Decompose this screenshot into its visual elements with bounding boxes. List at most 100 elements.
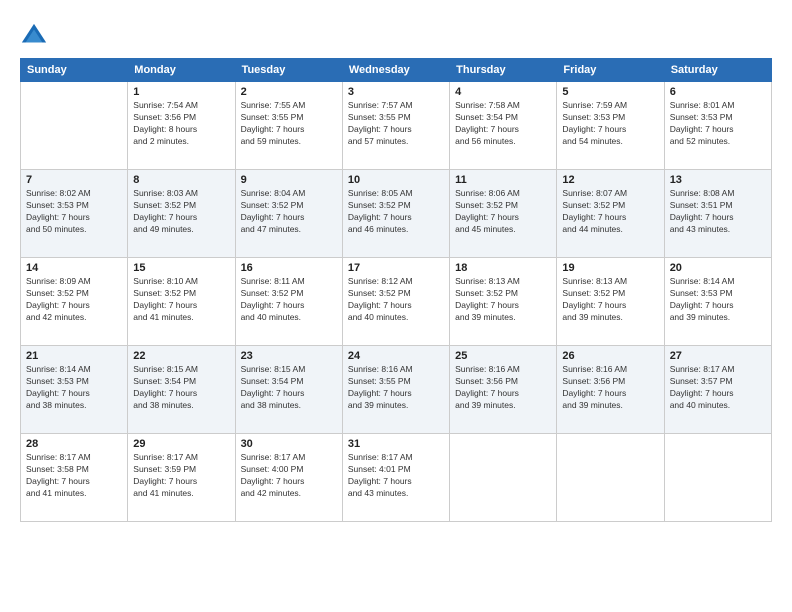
day-info: Sunrise: 7:58 AMSunset: 3:54 PMDaylight:… bbox=[455, 100, 551, 148]
day-info: Sunrise: 8:16 AMSunset: 3:56 PMDaylight:… bbox=[562, 364, 658, 412]
day-number: 10 bbox=[348, 174, 444, 186]
logo-icon bbox=[20, 22, 48, 50]
calendar-cell: 27 Sunrise: 8:17 AMSunset: 3:57 PMDayligh… bbox=[664, 346, 771, 434]
day-number: 12 bbox=[562, 174, 658, 186]
day-number: 14 bbox=[26, 262, 122, 274]
day-info: Sunrise: 8:14 AMSunset: 3:53 PMDaylight:… bbox=[670, 276, 766, 324]
day-info: Sunrise: 8:06 AMSunset: 3:52 PMDaylight:… bbox=[455, 188, 551, 236]
calendar-cell: 11Sunrise: 8:06 AMSunset: 3:52 PMDayligh… bbox=[450, 170, 557, 258]
calendar-cell: 30 Sunrise: 8:17 AMSunset: 4:00 PMDayligh… bbox=[235, 434, 342, 522]
calendar-cell bbox=[21, 82, 128, 170]
calendar-cell: 19 Sunrise: 8:13 AMSunset: 3:52 PMDayligh… bbox=[557, 258, 664, 346]
day-info: Sunrise: 8:01 AMSunset: 3:53 PMDaylight:… bbox=[670, 100, 766, 148]
day-number: 30 bbox=[241, 438, 337, 450]
day-number: 31 bbox=[348, 438, 444, 450]
calendar-week-row: 28 Sunrise: 8:17 AMSunset: 3:58 PMDayligh… bbox=[21, 434, 772, 522]
day-number: 2 bbox=[241, 86, 337, 98]
day-number: 8 bbox=[133, 174, 229, 186]
day-number: 18 bbox=[455, 262, 551, 274]
day-number: 20 bbox=[670, 262, 766, 274]
day-info: Sunrise: 7:54 AMSunset: 3:56 PMDaylight:… bbox=[133, 100, 229, 148]
calendar-week-row: 1 Sunrise: 7:54 AMSunset: 3:56 PMDaylight… bbox=[21, 82, 772, 170]
day-number: 27 bbox=[670, 350, 766, 362]
day-number: 1 bbox=[133, 86, 229, 98]
calendar-cell: 8 Sunrise: 8:03 AMSunset: 3:52 PMDaylight… bbox=[128, 170, 235, 258]
calendar-cell: 7Sunrise: 8:02 AMSunset: 3:53 PMDaylight… bbox=[21, 170, 128, 258]
calendar-cell bbox=[557, 434, 664, 522]
day-number: 4 bbox=[455, 86, 551, 98]
day-info: Sunrise: 7:57 AMSunset: 3:55 PMDaylight:… bbox=[348, 100, 444, 148]
day-info: Sunrise: 8:17 AMSunset: 4:00 PMDaylight:… bbox=[241, 452, 337, 500]
weekday-header: Sunday bbox=[21, 59, 128, 82]
calendar-table: SundayMondayTuesdayWednesdayThursdayFrid… bbox=[20, 58, 772, 522]
calendar-cell: 2 Sunrise: 7:55 AMSunset: 3:55 PMDaylight… bbox=[235, 82, 342, 170]
day-info: Sunrise: 8:13 AMSunset: 3:52 PMDaylight:… bbox=[455, 276, 551, 324]
calendar-cell: 15 Sunrise: 8:10 AMSunset: 3:52 PMDayligh… bbox=[128, 258, 235, 346]
day-number: 5 bbox=[562, 86, 658, 98]
day-info: Sunrise: 8:16 AMSunset: 3:56 PMDaylight:… bbox=[455, 364, 551, 412]
header bbox=[20, 18, 772, 50]
day-info: Sunrise: 8:15 AMSunset: 3:54 PMDaylight:… bbox=[241, 364, 337, 412]
day-info: Sunrise: 8:16 AMSunset: 3:55 PMDaylight:… bbox=[348, 364, 444, 412]
day-number: 16 bbox=[241, 262, 337, 274]
day-info: Sunrise: 8:17 AMSunset: 3:59 PMDaylight:… bbox=[133, 452, 229, 500]
day-number: 23 bbox=[241, 350, 337, 362]
calendar-cell: 5 Sunrise: 7:59 AMSunset: 3:53 PMDaylight… bbox=[557, 82, 664, 170]
calendar-cell: 28 Sunrise: 8:17 AMSunset: 3:58 PMDayligh… bbox=[21, 434, 128, 522]
calendar-cell: 21 Sunrise: 8:14 AMSunset: 3:53 PMDayligh… bbox=[21, 346, 128, 434]
day-info: Sunrise: 8:12 AMSunset: 3:52 PMDaylight:… bbox=[348, 276, 444, 324]
day-info: Sunrise: 8:13 AMSunset: 3:52 PMDaylight:… bbox=[562, 276, 658, 324]
day-info: Sunrise: 7:59 AMSunset: 3:53 PMDaylight:… bbox=[562, 100, 658, 148]
weekday-header: Saturday bbox=[664, 59, 771, 82]
weekday-header: Wednesday bbox=[342, 59, 449, 82]
day-number: 26 bbox=[562, 350, 658, 362]
day-number: 24 bbox=[348, 350, 444, 362]
day-info: Sunrise: 8:17 AMSunset: 4:01 PMDaylight:… bbox=[348, 452, 444, 500]
day-info: Sunrise: 8:14 AMSunset: 3:53 PMDaylight:… bbox=[26, 364, 122, 412]
calendar-cell: 20 Sunrise: 8:14 AMSunset: 3:53 PMDayligh… bbox=[664, 258, 771, 346]
calendar-cell: 12 Sunrise: 8:07 AMSunset: 3:52 PMDayligh… bbox=[557, 170, 664, 258]
day-info: Sunrise: 8:10 AMSunset: 3:52 PMDaylight:… bbox=[133, 276, 229, 324]
day-info: Sunrise: 7:55 AMSunset: 3:55 PMDaylight:… bbox=[241, 100, 337, 148]
calendar-cell: 16Sunrise: 8:11 AMSunset: 3:52 PMDayligh… bbox=[235, 258, 342, 346]
day-number: 25 bbox=[455, 350, 551, 362]
calendar-cell: 6 Sunrise: 8:01 AMSunset: 3:53 PMDaylight… bbox=[664, 82, 771, 170]
day-number: 7 bbox=[26, 174, 122, 186]
calendar-cell: 9Sunrise: 8:04 AMSunset: 3:52 PMDaylight… bbox=[235, 170, 342, 258]
day-number: 22 bbox=[133, 350, 229, 362]
day-number: 17 bbox=[348, 262, 444, 274]
calendar-cell: 3Sunrise: 7:57 AMSunset: 3:55 PMDaylight… bbox=[342, 82, 449, 170]
day-info: Sunrise: 8:15 AMSunset: 3:54 PMDaylight:… bbox=[133, 364, 229, 412]
calendar-cell: 25 Sunrise: 8:16 AMSunset: 3:56 PMDayligh… bbox=[450, 346, 557, 434]
calendar-cell bbox=[664, 434, 771, 522]
day-number: 15 bbox=[133, 262, 229, 274]
page-container: SundayMondayTuesdayWednesdayThursdayFrid… bbox=[0, 0, 792, 612]
weekday-header: Tuesday bbox=[235, 59, 342, 82]
day-info: Sunrise: 8:03 AMSunset: 3:52 PMDaylight:… bbox=[133, 188, 229, 236]
day-info: Sunrise: 8:17 AMSunset: 3:57 PMDaylight:… bbox=[670, 364, 766, 412]
calendar-cell: 22 Sunrise: 8:15 AMSunset: 3:54 PMDayligh… bbox=[128, 346, 235, 434]
day-info: Sunrise: 8:08 AMSunset: 3:51 PMDaylight:… bbox=[670, 188, 766, 236]
day-number: 28 bbox=[26, 438, 122, 450]
calendar-week-row: 21 Sunrise: 8:14 AMSunset: 3:53 PMDayligh… bbox=[21, 346, 772, 434]
calendar-cell: 4 Sunrise: 7:58 AMSunset: 3:54 PMDaylight… bbox=[450, 82, 557, 170]
calendar-cell: 31 Sunrise: 8:17 AMSunset: 4:01 PMDayligh… bbox=[342, 434, 449, 522]
weekday-header: Monday bbox=[128, 59, 235, 82]
calendar-cell: 18 Sunrise: 8:13 AMSunset: 3:52 PMDayligh… bbox=[450, 258, 557, 346]
day-info: Sunrise: 8:07 AMSunset: 3:52 PMDaylight:… bbox=[562, 188, 658, 236]
calendar-cell: 17 Sunrise: 8:12 AMSunset: 3:52 PMDayligh… bbox=[342, 258, 449, 346]
day-number: 19 bbox=[562, 262, 658, 274]
calendar-cell: 10 Sunrise: 8:05 AMSunset: 3:52 PMDayligh… bbox=[342, 170, 449, 258]
calendar-cell: 14Sunrise: 8:09 AMSunset: 3:52 PMDayligh… bbox=[21, 258, 128, 346]
day-number: 21 bbox=[26, 350, 122, 362]
calendar-cell: 29Sunrise: 8:17 AMSunset: 3:59 PMDayligh… bbox=[128, 434, 235, 522]
day-number: 9 bbox=[241, 174, 337, 186]
day-info: Sunrise: 8:05 AMSunset: 3:52 PMDaylight:… bbox=[348, 188, 444, 236]
calendar-cell: 24 Sunrise: 8:16 AMSunset: 3:55 PMDayligh… bbox=[342, 346, 449, 434]
calendar-header-row: SundayMondayTuesdayWednesdayThursdayFrid… bbox=[21, 59, 772, 82]
calendar-cell: 26 Sunrise: 8:16 AMSunset: 3:56 PMDayligh… bbox=[557, 346, 664, 434]
calendar-week-row: 14Sunrise: 8:09 AMSunset: 3:52 PMDayligh… bbox=[21, 258, 772, 346]
day-number: 6 bbox=[670, 86, 766, 98]
day-info: Sunrise: 8:17 AMSunset: 3:58 PMDaylight:… bbox=[26, 452, 122, 500]
weekday-header: Thursday bbox=[450, 59, 557, 82]
